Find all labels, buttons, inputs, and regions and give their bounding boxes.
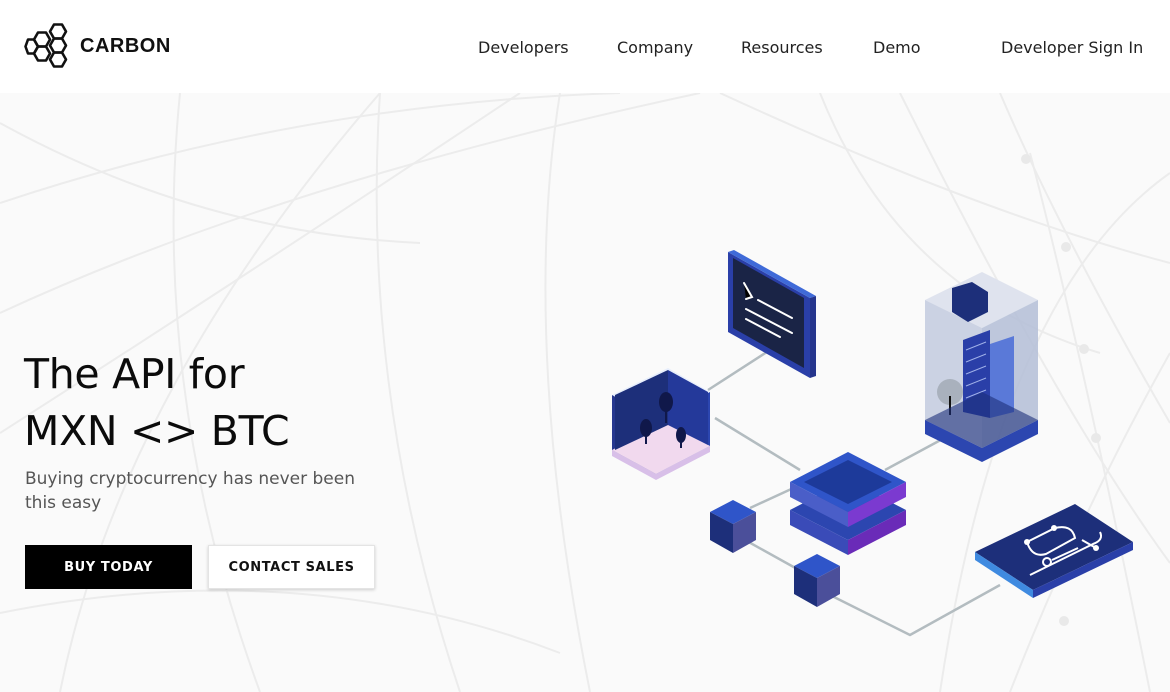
hexagon-cluster-icon [24, 23, 68, 68]
top-navigation: CARBON Developers Company Resources Demo… [0, 0, 1170, 93]
brand-logo[interactable]: CARBON [24, 23, 171, 69]
hero-subheading: Buying cryptocurrency has never been thi… [25, 469, 355, 513]
terminal-monitor-graphic [728, 250, 816, 378]
hero-headline: The API for MXN <> BTC [24, 346, 290, 460]
contact-sales-button[interactable]: CONTACT SALES [208, 545, 375, 589]
hero-section: The API for MXN <> BTC Buying cryptocurr… [0, 93, 1170, 692]
brand-name: CARBON [80, 34, 171, 57]
small-cube-1-graphic [710, 500, 756, 553]
nav-demo-link[interactable]: Demo [873, 38, 921, 57]
small-cube-2-graphic [794, 554, 840, 607]
hero-headline-line-2: MXN <> BTC [24, 407, 290, 455]
nav-developers-link[interactable]: Developers [478, 38, 569, 57]
nav-developer-sign-in-link[interactable]: Developer Sign In [1001, 38, 1143, 57]
nav-resources-link[interactable]: Resources [741, 38, 823, 57]
hero-headline-line-1: The API for [24, 350, 245, 398]
building-glass-cube-graphic [925, 272, 1038, 462]
circuit-panel-graphic [975, 504, 1133, 598]
isometric-network-illustration [612, 250, 1133, 637]
room-cube-graphic [612, 368, 710, 480]
nav-company-link[interactable]: Company [617, 38, 693, 57]
buy-today-button[interactable]: BUY TODAY [25, 545, 192, 589]
